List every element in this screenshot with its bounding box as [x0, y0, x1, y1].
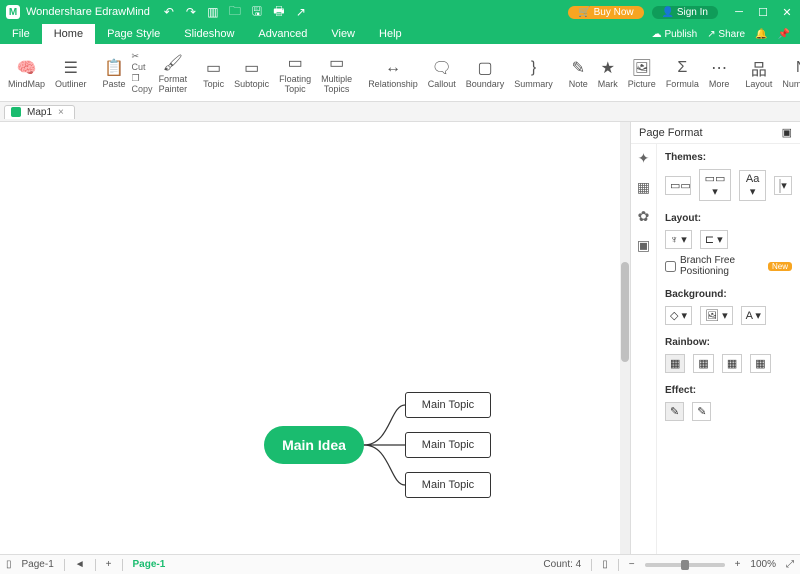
side-tab-theme-icon[interactable]: ▦ [637, 179, 650, 196]
relationship-button[interactable]: ↔Relationship [364, 46, 422, 99]
formula-button[interactable]: ΣFormula [662, 46, 703, 99]
multiple-topics-button[interactable]: ▭Multiple Topics [317, 46, 356, 99]
side-tab-clipart-icon[interactable]: ▣ [637, 237, 650, 254]
status-prev-page[interactable]: ◄ [75, 559, 85, 570]
effect-2[interactable]: ✎ [692, 402, 711, 421]
more-button[interactable]: ⋯More [705, 46, 734, 99]
menu-view[interactable]: View [319, 24, 367, 44]
copy-button[interactable]: ❐ Copy [132, 73, 153, 94]
theme-preset-1[interactable]: ▭▭ [665, 176, 691, 195]
rainbow-4[interactable]: ▦ [750, 354, 770, 373]
status-page-label[interactable]: Page-1 [22, 559, 54, 570]
print-icon[interactable]: 🖶 [272, 5, 286, 19]
side-panel-title: Page Format [639, 127, 703, 139]
tab-close-icon[interactable]: × [58, 107, 64, 118]
branch-free-checkbox[interactable] [665, 261, 676, 272]
format-painter-button[interactable]: 🖌Format Painter [155, 46, 192, 99]
pin-ribbon-icon[interactable]: 📌 [778, 29, 790, 40]
status-page-name[interactable]: Page-1 [133, 559, 166, 570]
layout-style-1[interactable]: ♆ ▾ [665, 230, 692, 249]
maximize-button[interactable]: ☐ [756, 6, 770, 19]
node-topic-1[interactable]: Main Topic [405, 392, 491, 418]
outliner-view-button[interactable]: ☰Outliner [51, 46, 91, 99]
topic-button[interactable]: ▭Topic [199, 46, 228, 99]
rainbow-3[interactable]: ▦ [722, 354, 742, 373]
menu-home[interactable]: Home [42, 24, 95, 44]
notification-icon[interactable]: 🔔 [755, 29, 767, 40]
vertical-scrollbar[interactable] [620, 122, 630, 554]
app-title: Wondershare EdrawMind [26, 6, 150, 18]
new-icon[interactable]: ▥ [206, 5, 220, 19]
mark-button[interactable]: ★Mark [594, 46, 622, 99]
background-heading: Background: [665, 289, 792, 300]
tab-logo-icon [11, 107, 21, 117]
zoom-in-button[interactable]: + [735, 559, 741, 570]
zoom-slider[interactable] [645, 563, 725, 567]
publish-button[interactable]: ☁ Publish [652, 29, 698, 40]
effect-1[interactable]: ✎ [665, 402, 684, 421]
share-button[interactable]: ↗ Share [707, 29, 745, 40]
menu-page-style[interactable]: Page Style [95, 24, 172, 44]
mindmap-canvas[interactable]: Main Idea Main Topic Main Topic Main Top… [0, 122, 630, 554]
bg-watermark[interactable]: A ▾ [741, 306, 766, 325]
side-tab-style-icon[interactable]: ✦ [638, 150, 650, 167]
menu-help[interactable]: Help [367, 24, 414, 44]
rainbow-heading: Rainbow: [665, 337, 792, 348]
new-badge: New [768, 262, 792, 271]
theme-font[interactable]: Aa ▾ [739, 170, 766, 201]
rainbow-1[interactable]: ▦ [665, 354, 685, 373]
open-icon[interactable]: 🗀 [228, 5, 242, 19]
zoom-level[interactable]: 100% [750, 559, 776, 570]
buy-now-button[interactable]: 🛒 Buy Now [568, 6, 643, 19]
node-topic-3[interactable]: Main Topic [405, 472, 491, 498]
summary-button[interactable]: }Summary [510, 46, 557, 99]
menu-slideshow[interactable]: Slideshow [172, 24, 246, 44]
layout-style-2[interactable]: ⊏ ▾ [700, 230, 728, 249]
status-pages-icon[interactable]: ▯ [6, 559, 12, 570]
status-count: Count: 4 [543, 559, 581, 570]
branch-free-label: Branch Free Positioning [680, 255, 764, 277]
boundary-button[interactable]: ▢Boundary [462, 46, 509, 99]
save-icon[interactable]: 🖫 [250, 5, 264, 19]
layout-button[interactable]: 品Layout [741, 46, 776, 99]
cut-button[interactable]: ✂ Cut [132, 51, 153, 72]
theme-color[interactable]: ▾ [774, 176, 792, 195]
mindmap-view-button[interactable]: 🧠MindMap [4, 46, 49, 99]
menu-file[interactable]: File [0, 24, 42, 44]
rainbow-2[interactable]: ▦ [693, 354, 713, 373]
zoom-out-button[interactable]: − [629, 559, 635, 570]
undo-icon[interactable]: ↶ [162, 5, 176, 19]
tab-label: Map1 [27, 107, 52, 118]
export-icon[interactable]: ↗ [294, 5, 308, 19]
layout-heading: Layout: [665, 213, 792, 224]
theme-preset-2[interactable]: ▭▭ ▾ [699, 169, 731, 201]
bg-image[interactable]: 🖼 ▾ [700, 306, 733, 325]
themes-heading: Themes: [665, 152, 792, 163]
numbering-button[interactable]: №Numbering [778, 46, 800, 99]
sign-in-button[interactable]: 👤 Sign In [652, 6, 718, 19]
node-main-idea[interactable]: Main Idea [264, 426, 364, 464]
menu-advanced[interactable]: Advanced [246, 24, 319, 44]
note-button[interactable]: ✎Note [565, 46, 592, 99]
side-panel-undock-icon[interactable]: ▣ [782, 126, 792, 139]
picture-button[interactable]: 🖼Picture [624, 46, 660, 99]
floating-topic-button[interactable]: ▭Floating Topic [275, 46, 315, 99]
minimize-button[interactable]: ─ [732, 6, 746, 19]
node-topic-2[interactable]: Main Topic [405, 432, 491, 458]
fit-page-button[interactable]: ⤢ [786, 559, 794, 570]
status-view-icon[interactable]: ▯ [602, 559, 608, 570]
redo-icon[interactable]: ↷ [184, 5, 198, 19]
side-tab-icons-icon[interactable]: ✿ [638, 208, 650, 225]
document-tab[interactable]: Map1 × [4, 105, 75, 119]
paste-button[interactable]: 📋Paste [99, 46, 130, 99]
callout-button[interactable]: 🗨Callout [424, 46, 460, 99]
close-button[interactable]: ✕ [780, 6, 794, 19]
effect-heading: Effect: [665, 385, 792, 396]
status-add-page[interactable]: + [106, 559, 112, 570]
bg-fill[interactable]: ◇ ▾ [665, 306, 692, 325]
app-logo: M [6, 5, 20, 19]
subtopic-button[interactable]: ▭Subtopic [230, 46, 273, 99]
